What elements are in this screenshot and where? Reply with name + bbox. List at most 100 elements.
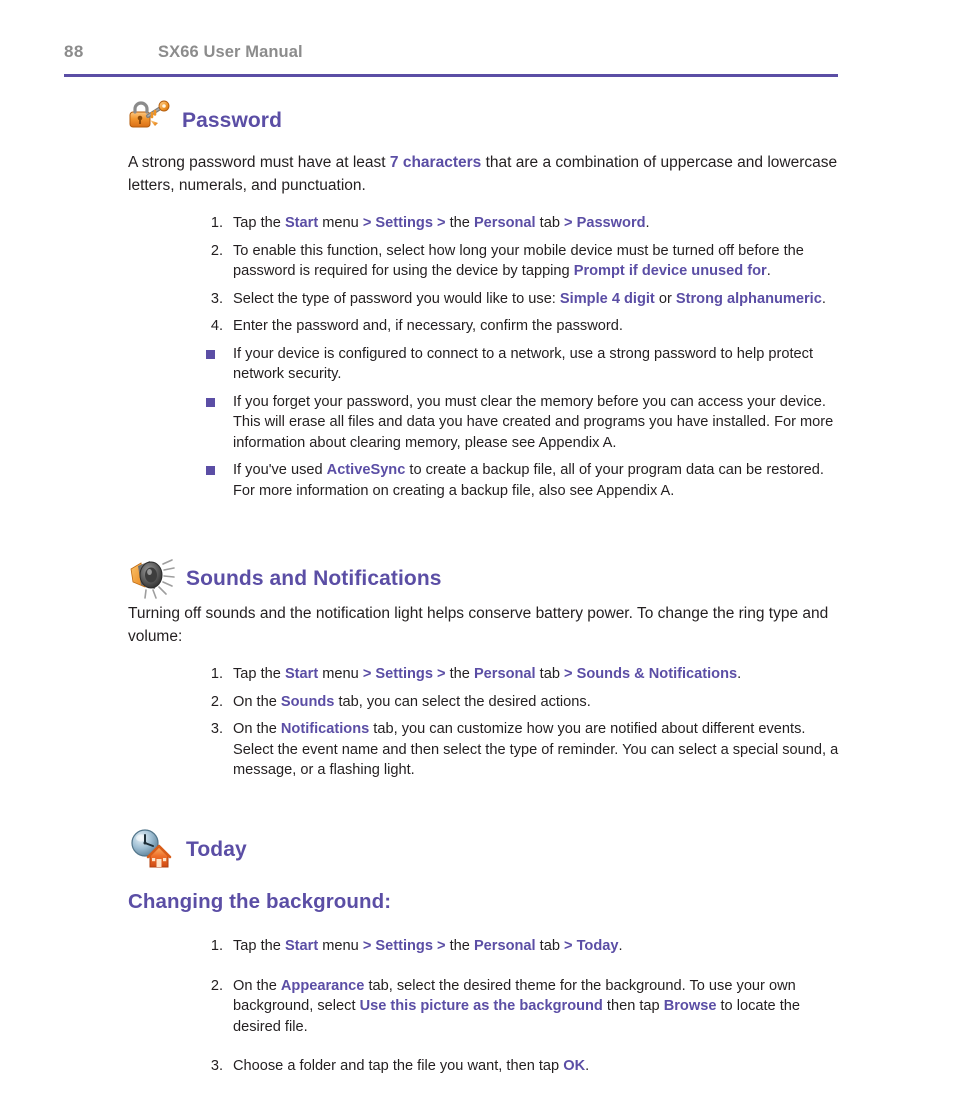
sounds-heading-title: Sounds and Notifications (186, 567, 442, 590)
section-password: Password A strong password must have at … (128, 100, 840, 508)
step-highlight-settings: > Settings > (362, 215, 446, 231)
step-number: 1. (210, 666, 223, 682)
step-highlight-appearance: Appearance (280, 977, 365, 994)
changing-background-subheading: Changing the background: (128, 890, 392, 913)
manual-title: SX66 User Manual (158, 43, 303, 61)
step-text-2: menu (318, 666, 363, 682)
list-item: 1. Tap the Start menu > Settings > the P… (196, 936, 840, 957)
list-item: If you've used ActiveSync to create a ba… (196, 460, 840, 501)
step-text-2: . (766, 263, 771, 279)
step-text-1: On the (233, 977, 281, 994)
step-text-4: tab (535, 666, 565, 682)
step-text-5: . (737, 666, 742, 682)
list-item: 4. Enter the password and, if necessary,… (196, 316, 840, 337)
list-item: 2. On the Sounds tab, you can select the… (196, 692, 840, 713)
step-highlight-sounds-notifications: > Sounds & Notifications (564, 666, 738, 682)
step-highlight-today: > Today (564, 938, 619, 954)
bullet-text-1: If you've used (233, 462, 327, 478)
step-number: 1. (210, 938, 223, 954)
step-text-3: . (821, 290, 826, 307)
square-bullet-icon (206, 397, 215, 407)
today-heading-row: Today (128, 828, 840, 868)
step-text-3: the (445, 666, 474, 682)
step-text-1: Tap the (233, 666, 285, 682)
step-text-1: Tap the (233, 215, 285, 231)
step-number: 2. (210, 977, 223, 994)
step-text-1: On the (233, 693, 281, 710)
step-highlight-strong: Strong alphanumeric (675, 290, 822, 307)
step-number: 2. (210, 242, 223, 259)
list-item: 3. On the Notifications tab, you can cus… (196, 719, 840, 781)
step-text-1: Tap the (233, 938, 285, 954)
step-highlight-sounds: Sounds (280, 693, 335, 710)
step-text-3: the (445, 938, 474, 954)
step-highlight-start: Start (284, 215, 319, 231)
step-text-1: Select the type of password you would li… (233, 290, 560, 307)
step-text-2: menu (318, 215, 363, 231)
page-running-header: 88 SX66 User Manual (64, 42, 840, 72)
step-highlight-start: Start (284, 938, 319, 954)
step-text-1: Enter the password and, if necessary, co… (233, 318, 623, 334)
step-text-1: Choose a folder and tap the file you wan… (233, 1058, 564, 1074)
bullet-text-1: If you forget your password, you must cl… (233, 393, 834, 451)
padlock-key-icon (128, 100, 172, 138)
step-highlight-use-picture: Use this picture as the background (359, 998, 603, 1014)
manual-page: 88 SX66 User Manual Password A strong pa… (0, 0, 954, 1113)
today-steps-list: 1. Tap the Start menu > Settings > the P… (196, 936, 840, 1077)
step-highlight-password: > Password (564, 215, 646, 231)
list-item: 2. To enable this function, select how l… (196, 241, 840, 282)
today-heading-title: Today (186, 838, 247, 861)
step-highlight-simple: Simple 4 digit (559, 290, 655, 307)
step-number: 3. (210, 721, 223, 737)
list-item: 2. On the Appearance tab, select the des… (196, 976, 840, 1038)
step-text-4: tab (535, 938, 565, 954)
step-text-3: then tap (602, 998, 664, 1014)
password-intro-highlight: 7 characters (389, 154, 482, 171)
step-number: 4. (210, 318, 223, 334)
step-number: 3. (210, 290, 223, 307)
step-text-2: tab, you can select the desired actions. (334, 693, 591, 710)
step-highlight-browse: Browse (663, 998, 717, 1014)
list-item: 1. Tap the Start menu > Settings > the P… (196, 664, 840, 685)
square-bullet-icon (206, 466, 215, 475)
step-text-4: tab (535, 215, 565, 231)
step-highlight-settings: > Settings > (362, 938, 446, 954)
password-heading-row: Password (128, 100, 840, 140)
step-highlight-personal: Personal (473, 938, 536, 954)
clock-house-icon (128, 828, 172, 868)
list-item: If you forget your password, you must cl… (196, 392, 840, 454)
step-highlight-personal: Personal (473, 666, 536, 682)
list-item: If your device is configured to connect … (196, 344, 840, 385)
page-number: 88 (64, 42, 84, 61)
step-highlight-personal: Personal (473, 215, 536, 231)
step-highlight-notifications: Notifications (280, 721, 370, 737)
password-bullets-list: If your device is configured to connect … (196, 344, 840, 502)
bullet-highlight-activesync: ActiveSync (326, 462, 406, 478)
step-highlight-settings: > Settings > (362, 666, 446, 682)
step-number: 2. (210, 693, 223, 710)
sounds-heading-row: Sounds and Notifications (128, 557, 840, 599)
password-intro-text-1: A strong password must have at least (128, 154, 390, 171)
step-highlight-ok: OK (563, 1058, 586, 1074)
step-text-2: or (654, 290, 676, 307)
speaker-sound-icon (128, 557, 175, 599)
step-number: 3. (210, 1058, 223, 1074)
step-text-3: the (445, 215, 474, 231)
bullet-text-1: If your device is configured to connect … (233, 345, 814, 383)
password-intro-paragraph: A strong password must have at least 7 c… (128, 152, 840, 197)
step-number: 1. (210, 215, 223, 231)
square-bullet-icon (206, 349, 215, 359)
step-text-5: . (645, 215, 650, 231)
step-highlight-start: Start (284, 666, 319, 682)
sounds-steps-list: 1. Tap the Start menu > Settings > the P… (196, 664, 840, 781)
section-sounds-notifications: Sounds and Notifications Turning off sou… (128, 557, 840, 788)
step-text-1: On the (233, 721, 281, 737)
list-item: 1. Tap the Start menu > Settings > the P… (196, 213, 840, 234)
password-heading-title: Password (182, 109, 283, 132)
list-item: 3. Select the type of password you would… (196, 289, 840, 310)
step-text-5: . (618, 938, 623, 954)
step-text-2: . (585, 1058, 590, 1074)
header-divider-rule (64, 74, 838, 77)
sounds-intro-paragraph: Turning off sounds and the notification … (128, 605, 829, 645)
password-steps-list: 1. Tap the Start menu > Settings > the P… (196, 213, 840, 337)
